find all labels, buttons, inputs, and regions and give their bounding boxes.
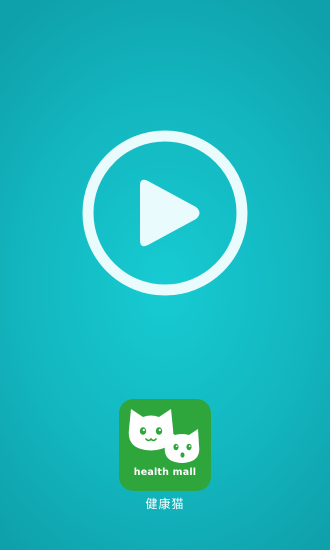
logo-text: health mall [133, 467, 197, 478]
play-button[interactable] [82, 130, 248, 296]
app-name: 健康猫 [145, 497, 185, 511]
app-logo: health mall [119, 399, 211, 491]
play-circle-icon [82, 130, 248, 296]
play-triangle-icon [140, 179, 200, 247]
